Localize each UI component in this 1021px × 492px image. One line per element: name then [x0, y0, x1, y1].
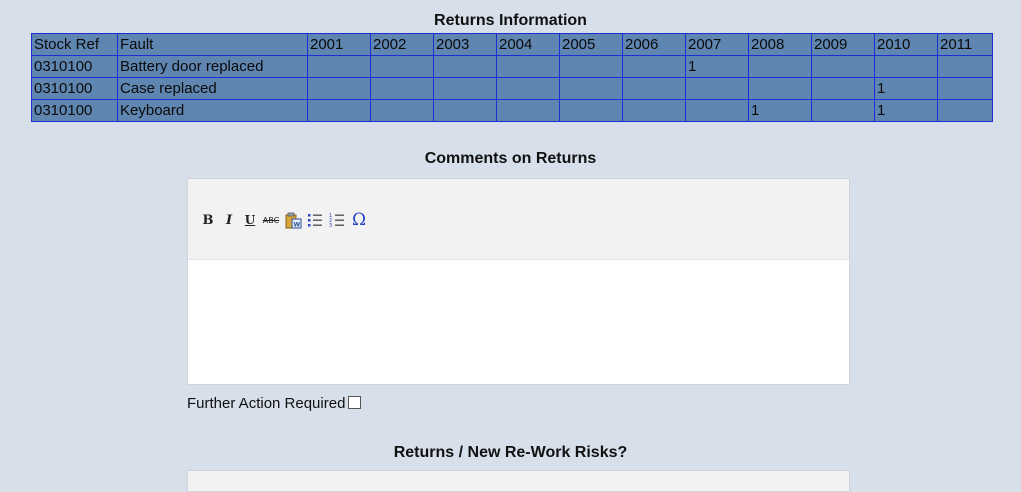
table-cell [370, 77, 434, 100]
table-cell: 1 [874, 77, 938, 100]
svg-text:3: 3 [329, 223, 332, 228]
table-cell [370, 99, 434, 122]
table-cell [496, 77, 560, 100]
table-header-row: Stock Ref Fault 2001 2002 2003 2004 2005… [31, 33, 993, 56]
table-cell [559, 77, 623, 100]
further-action-label: Further Action Required [187, 395, 346, 412]
table-cell [622, 77, 686, 100]
table-cell [748, 55, 812, 78]
table-cell [559, 55, 623, 78]
further-action-checkbox[interactable] [348, 396, 362, 409]
table-row: 0310100 Keyboard 1 1 [31, 99, 993, 122]
strikethrough-button[interactable]: ABC [261, 211, 281, 229]
header-cell: 2007 [685, 33, 749, 56]
further-action-row: Further Action Required [187, 395, 362, 412]
header-cell: 2004 [496, 33, 560, 56]
table-cell: Keyboard [117, 99, 308, 122]
header-cell: 2002 [370, 33, 434, 56]
bold-button[interactable]: B [198, 211, 218, 229]
table-cell [433, 99, 497, 122]
table-cell [937, 99, 993, 122]
rework-risks-title: Returns / New Re-Work Risks? [393, 444, 628, 461]
table-cell [622, 55, 686, 78]
table-cell: 1 [748, 99, 812, 122]
header-cell: 2008 [748, 33, 812, 56]
returns-table: Stock Ref Fault 2001 2002 2003 2004 2005… [31, 33, 993, 122]
table-cell [811, 77, 875, 100]
header-cell: Fault [117, 33, 308, 56]
table-cell [370, 55, 434, 78]
returns-information-title: Returns Information [434, 12, 587, 29]
comments-title: Comments on Returns [424, 150, 597, 167]
table-cell [559, 99, 623, 122]
svg-text:W: W [293, 221, 300, 228]
table-cell: Case replaced [117, 77, 308, 100]
header-cell: 2010 [874, 33, 938, 56]
table-cell [811, 55, 875, 78]
table-cell [685, 99, 749, 122]
editor-content-area[interactable] [188, 260, 849, 384]
bullet-list-icon[interactable] [305, 211, 325, 229]
header-cell: 2001 [307, 33, 371, 56]
table-cell [685, 77, 749, 100]
table-cell [874, 55, 938, 78]
risks-editor[interactable] [187, 470, 850, 492]
editor-toolbar: B I U ABC W 1 2 3 Ω [188, 179, 849, 260]
table-cell: 0310100 [31, 55, 118, 78]
header-cell: Stock Ref [31, 33, 118, 56]
header-cell: 2006 [622, 33, 686, 56]
comments-editor[interactable]: B I U ABC W 1 2 3 Ω [187, 178, 850, 385]
header-cell: 2003 [433, 33, 497, 56]
table-cell [748, 77, 812, 100]
numbered-list-icon[interactable]: 1 2 3 [327, 211, 347, 229]
underline-button[interactable]: U [240, 211, 260, 229]
table-cell [937, 55, 993, 78]
table-cell: Battery door replaced [117, 55, 308, 78]
table-cell [307, 55, 371, 78]
header-cell: 2011 [937, 33, 993, 56]
table-cell [307, 99, 371, 122]
table-cell: 1 [874, 99, 938, 122]
table-cell: 0310100 [31, 77, 118, 100]
italic-button[interactable]: I [219, 211, 239, 229]
table-row: 0310100 Battery door replaced 1 [31, 55, 993, 78]
table-cell [937, 77, 993, 100]
table-row: 0310100 Case replaced 1 [31, 77, 993, 100]
table-cell: 1 [685, 55, 749, 78]
table-cell [433, 55, 497, 78]
table-cell: 0310100 [31, 99, 118, 122]
table-cell [496, 99, 560, 122]
table-cell [811, 99, 875, 122]
header-cell: 2005 [559, 33, 623, 56]
table-cell [307, 77, 371, 100]
table-cell [622, 99, 686, 122]
special-character-button[interactable]: Ω [349, 210, 369, 230]
paste-word-icon[interactable]: W [283, 211, 303, 229]
table-cell [496, 55, 560, 78]
table-cell [433, 77, 497, 100]
header-cell: 2009 [811, 33, 875, 56]
